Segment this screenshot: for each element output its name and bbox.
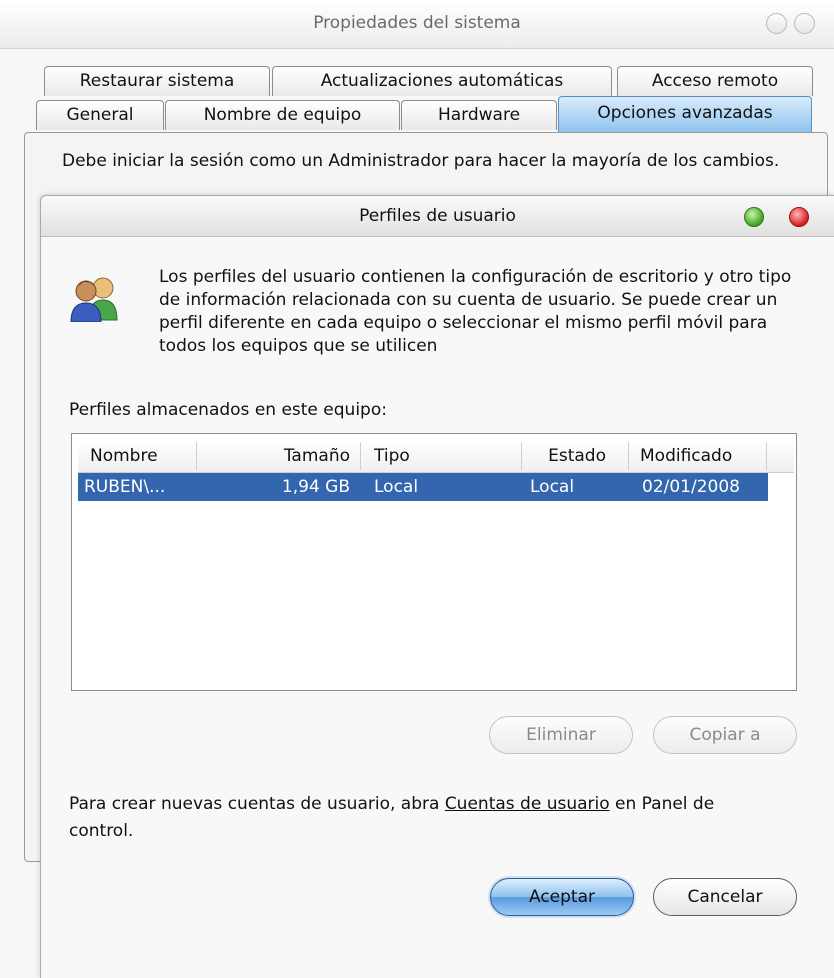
admin-notice: Debe iniciar la sesión como un Administr… (62, 151, 780, 171)
column-tipo[interactable]: Tipo (374, 440, 514, 472)
list-header: Nombre Tamaño Tipo Estado Modificado (78, 440, 794, 473)
cell-estado: Local (530, 477, 575, 497)
user-profiles-dialog: Perfiles de usuario Los perfiles del usu… (40, 195, 834, 978)
window-title: Propiedades del sistema (313, 13, 521, 33)
dialog-title: Perfiles de usuario (359, 206, 516, 226)
profiles-list[interactable]: Nombre Tamaño Tipo Estado Modificado RUB… (71, 433, 797, 691)
tab-acceso-remoto[interactable]: Acceso remoto (617, 66, 813, 96)
cell-modificado: 02/01/2008 (642, 477, 740, 497)
window-title-bar: Propiedades del sistema (0, 0, 834, 49)
stored-profiles-label: Perfiles almacenados en este equipo: (69, 400, 387, 420)
tab-nombre-de-equipo[interactable]: Nombre de equipo (165, 100, 400, 130)
table-row[interactable]: RUBEN\... 1,94 GB Local Local 02/01/2008 (78, 473, 768, 501)
footer-text-before: Para crear nuevas cuentas de usuario, ab… (69, 794, 445, 814)
close-button[interactable] (789, 207, 809, 227)
cuentas-de-usuario-link[interactable]: Cuentas de usuario (445, 794, 610, 814)
eliminar-button[interactable]: Eliminar (489, 716, 633, 754)
cancelar-button[interactable]: Cancelar (653, 878, 797, 916)
cell-tipo: Local (374, 477, 419, 497)
maximize-button[interactable] (794, 13, 815, 34)
dialog-title-bar: Perfiles de usuario (41, 196, 834, 237)
aceptar-button[interactable]: Aceptar (490, 878, 634, 916)
minimize-button[interactable] (766, 13, 787, 34)
column-tamano[interactable]: Tamaño (198, 440, 350, 472)
users-icon (70, 277, 118, 322)
footer-note: Para crear nuevas cuentas de usuario, ab… (69, 791, 769, 845)
column-modificado[interactable]: Modificado (640, 440, 770, 472)
column-estado[interactable]: Estado (522, 440, 606, 472)
tab-hardware[interactable]: Hardware (401, 100, 557, 130)
tab-general[interactable]: General (36, 100, 164, 130)
profiles-description: Los perfiles del usuario contienen la co… (159, 267, 792, 356)
copiar-a-button[interactable]: Copiar a (653, 716, 797, 754)
tab-opciones-avanzadas[interactable]: Opciones avanzadas (558, 96, 812, 132)
tab-restaurar-sistema[interactable]: Restaurar sistema (44, 66, 270, 96)
zoom-button[interactable] (744, 207, 764, 227)
column-nombre[interactable]: Nombre (90, 440, 200, 472)
tab-actualizaciones-automaticas[interactable]: Actualizaciones automáticas (272, 66, 612, 96)
cell-nombre: RUBEN\... (84, 477, 166, 497)
cell-tamano: 1,94 GB (281, 477, 350, 497)
